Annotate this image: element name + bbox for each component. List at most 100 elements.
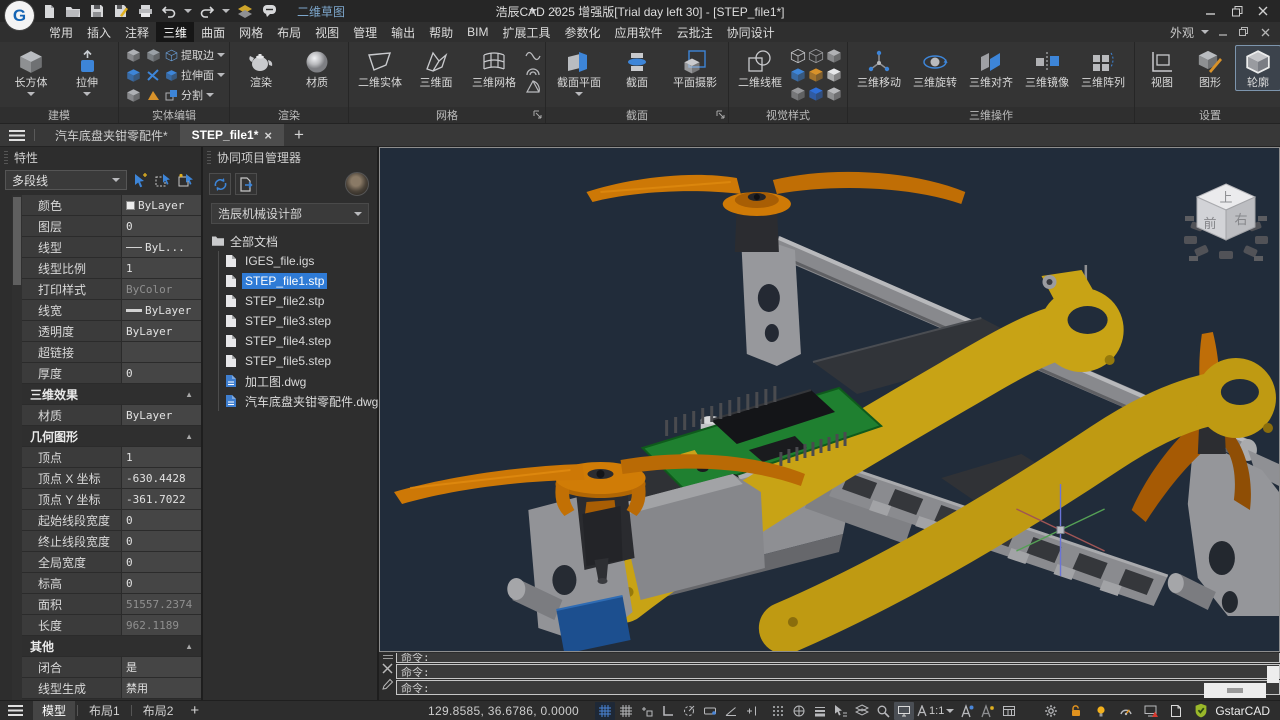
quick-select-icon[interactable] [153, 170, 173, 190]
grid-display-icon[interactable] [595, 702, 615, 720]
property-section-header[interactable]: 其他▲ [22, 636, 201, 657]
vs-conceptual-icon[interactable] [825, 84, 843, 103]
property-value[interactable]: -630.4428 [122, 468, 201, 488]
face-3d-button[interactable]: 三维面 [409, 45, 463, 91]
tree-root[interactable]: 全部文档 [211, 231, 373, 251]
app-logo-icon[interactable]: G [5, 1, 34, 30]
restore-button[interactable] [1226, 2, 1248, 20]
workspace-selector[interactable]: 二维草图 [292, 3, 542, 20]
object-snap-icon[interactable] [637, 702, 657, 720]
outline-button[interactable]: 轮廓 [1235, 45, 1280, 91]
command-scrollbar[interactable] [1267, 666, 1279, 683]
save-as-button[interactable] [112, 2, 130, 20]
print-button[interactable] [136, 2, 154, 20]
property-section-header[interactable]: 修改记录▲ [22, 699, 201, 700]
menu-tab-11[interactable]: 帮助 [422, 22, 460, 42]
undo-button[interactable] [160, 2, 178, 20]
selection-filter-icon[interactable] [831, 702, 851, 720]
command-input-line[interactable]: 命令: [396, 680, 1280, 695]
doc-restore-button[interactable] [1237, 25, 1251, 39]
command-close-icon[interactable] [382, 663, 393, 674]
viewport[interactable]: 上 前 右 [379, 147, 1280, 652]
workspace-switch-icon[interactable] [999, 702, 1019, 720]
wireframe-2d-button[interactable]: 二维线框 [733, 45, 787, 91]
tips-bulb-icon[interactable] [1091, 702, 1111, 720]
section-plane-button[interactable]: 截面平面 [550, 45, 608, 97]
menu-tab-2[interactable]: 插入 [80, 22, 118, 42]
layout-tab-1[interactable]: 模型 [33, 701, 75, 720]
property-value[interactable]: 962.1189 [122, 615, 201, 635]
security-shield-icon[interactable] [1191, 702, 1211, 720]
property-value[interactable]: 0 [122, 531, 201, 551]
import-file-button[interactable] [235, 173, 257, 195]
menu-tab-5[interactable]: 曲面 [194, 22, 232, 42]
appearance-caret[interactable] [1201, 30, 1209, 34]
annotation-visibility-icon[interactable] [957, 702, 977, 720]
command-grip[interactable] [383, 655, 393, 659]
property-value[interactable]: ByL... [122, 237, 201, 257]
menu-tab-12[interactable]: BIM [460, 22, 495, 42]
user-avatar[interactable] [345, 172, 369, 196]
menu-tab-9[interactable]: 管理 [346, 22, 384, 42]
property-value[interactable]: 禁用 [122, 678, 201, 698]
property-value[interactable]: ByColor [122, 279, 201, 299]
extrude-button[interactable]: 拉伸 [60, 45, 114, 97]
property-value[interactable]: 1 [122, 258, 201, 278]
mesh-3d-button[interactable]: 三维网格 [465, 45, 523, 91]
union-icon[interactable] [123, 45, 143, 65]
doc-close-button[interactable] [1258, 25, 1272, 39]
menu-tab-1[interactable]: 常用 [42, 22, 80, 42]
toolbar-options-icon[interactable] [548, 2, 566, 20]
graphics-button[interactable]: 图形 [1187, 45, 1233, 91]
property-value[interactable]: 1 [122, 447, 201, 467]
file-tree-item[interactable]: STEP_file1.stp [225, 271, 373, 291]
isolate-objects-icon[interactable] [852, 702, 872, 720]
vs-realistic-icon[interactable] [807, 84, 825, 103]
property-section-header[interactable]: 三维效果▲ [22, 384, 201, 405]
properties-panel-header[interactable]: 特性 [0, 147, 201, 168]
property-section-header[interactable]: 几何图形▲ [22, 426, 201, 447]
object-type-select[interactable]: 多段线 [5, 170, 127, 190]
array-3d-button[interactable]: 三维阵列 [1076, 45, 1130, 91]
menu-tab-14[interactable]: 参数化 [558, 22, 608, 42]
menu-tab-15[interactable]: 应用软件 [608, 22, 670, 42]
new-file-button[interactable] [40, 2, 58, 20]
section-dialog-launcher[interactable] [716, 110, 725, 119]
property-value[interactable]: 是 [122, 657, 201, 677]
rotate-3d-button[interactable]: 三维旋转 [908, 45, 962, 91]
alert-monitor-icon[interactable] [1141, 702, 1161, 720]
settings-gear-icon[interactable] [1041, 702, 1061, 720]
intersect-icon[interactable] [123, 65, 143, 85]
open-file-button[interactable] [64, 2, 82, 20]
doc-minimize-button[interactable] [1216, 25, 1230, 39]
pick-add-icon[interactable] [130, 170, 150, 190]
menu-tab-7[interactable]: 布局 [270, 22, 308, 42]
chat-button[interactable] [260, 2, 278, 20]
menu-tab-4[interactable]: 三维 [156, 22, 194, 42]
doc-tab-close-icon[interactable]: × [264, 128, 272, 143]
layers-stack-icon[interactable] [236, 2, 254, 20]
select-objects-icon[interactable] [176, 170, 196, 190]
command-resize-handle[interactable] [1204, 683, 1266, 698]
undo-dropdown-caret[interactable] [184, 9, 192, 13]
appearance-menu[interactable]: 外观 [1170, 24, 1194, 41]
ruled-mesh-icon[interactable] [525, 79, 541, 93]
slice-icon[interactable] [143, 65, 163, 85]
file-tree-item[interactable]: 加工图.dwg [225, 371, 373, 391]
dynamic-input-icon[interactable] [700, 702, 720, 720]
dynamic-ucs-icon[interactable] [789, 702, 809, 720]
lineweight-display-icon[interactable] [810, 702, 830, 720]
align-3d-button[interactable]: 三维对齐 [964, 45, 1018, 91]
property-value[interactable]: 0 [122, 510, 201, 530]
section-button[interactable]: 截面 [610, 45, 664, 91]
command-edit-icon[interactable] [382, 678, 394, 690]
revolved-mesh-icon[interactable] [525, 47, 541, 61]
vs-orange-icon[interactable] [807, 65, 825, 84]
file-tree-item[interactable]: 汽车底盘夹钳零配件.dwg [225, 391, 373, 411]
sync-button[interactable] [209, 173, 231, 195]
property-value[interactable]: ByLayer [122, 195, 201, 215]
edge-mesh-icon[interactable] [525, 63, 541, 77]
box-button[interactable]: 长方体 [4, 45, 58, 97]
material-button[interactable]: 材质 [290, 45, 344, 91]
performance-gauge-icon[interactable] [1116, 702, 1136, 720]
